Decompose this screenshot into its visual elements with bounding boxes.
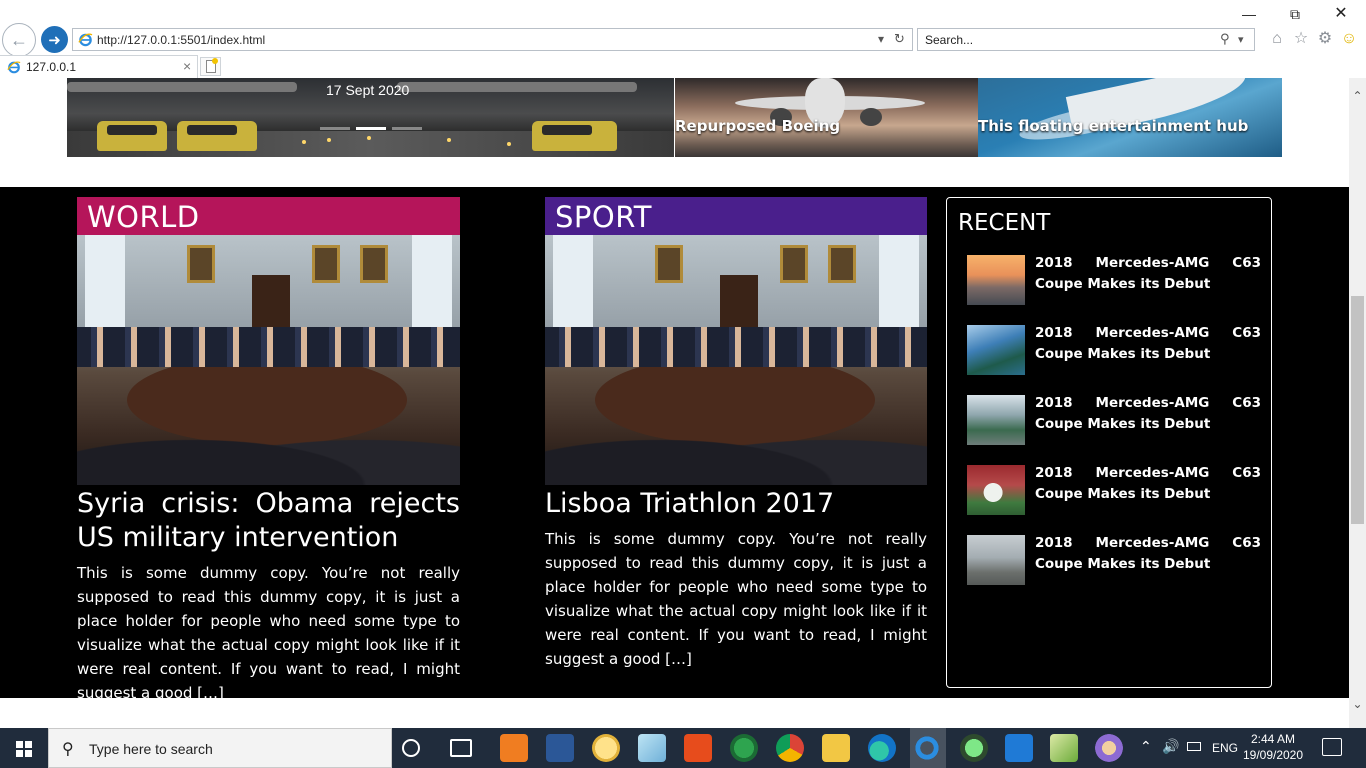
recent-thumb-image[interactable] [967,535,1025,585]
tab-title: 127.0.0.1 [26,60,77,74]
forward-button[interactable]: ➜ [41,26,68,53]
word-icon[interactable] [546,734,574,762]
clock-date: 19/09/2020 [1242,748,1304,762]
sport-card: SPORT Lisboa Triathlon 2017 This is some… [545,197,927,671]
content-section: WORLD Syria crisis: Obama rejects US mil… [0,187,1349,702]
search-dropdown-icon[interactable]: ▾ [1238,33,1244,46]
app-icon[interactable] [638,734,666,762]
article-title-sport[interactable]: Lisboa Triathlon 2017 [545,487,927,521]
back-arrow-icon: ← [10,29,28,50]
xampp-icon[interactable] [500,734,528,762]
settings-gear-icon[interactable]: ⚙ [1315,29,1335,49]
notepad-plus-icon[interactable] [1050,734,1078,762]
new-tab-button[interactable] [200,57,221,76]
notification-center-icon[interactable] [1322,738,1342,756]
slide-yacht[interactable]: This floating entertainment hub [978,78,1282,157]
gitkraken-icon[interactable] [960,734,988,762]
start-button[interactable] [0,728,48,768]
address-dropdown-icon[interactable]: ▾ [878,32,884,46]
browser-chrome: ← ➜ http://127.0.0.1:5501/index.html ▾ ↻… [0,0,1366,78]
windows-logo-icon [16,741,32,757]
tab-ie-icon [7,61,21,74]
foxit-reader-icon[interactable] [684,734,712,762]
recent-item-title[interactable]: 2018 Mercedes-AMG C63 Coupe Makes its De… [1035,323,1261,365]
scroll-up-icon[interactable]: ⌃ [1349,88,1366,105]
chrome-icon[interactable] [776,734,804,762]
slider-main-image[interactable]: 17 Sept 2020 [67,78,674,157]
recent-item[interactable]: 2018 Mercedes-AMG C63 Coupe Makes its De… [967,395,1263,455]
article-excerpt-sport: This is some dummy copy. You’re not real… [545,530,927,668]
category-label-world[interactable]: WORLD [77,197,460,235]
taskbar-search-placeholder[interactable]: Type here to search [89,741,213,757]
edge-icon[interactable] [868,734,896,762]
page-viewport: 17 Sept 2020 Repurposed Boeing This floa… [0,78,1349,728]
recent-item-title[interactable]: 2018 Mercedes-AMG C63 Coupe Makes its De… [1035,393,1261,435]
recent-thumb-image[interactable] [967,255,1025,305]
browser-tab[interactable]: 127.0.0.1 × [0,55,198,78]
browser-search-box[interactable]: Search... ⚲ ▾ [917,28,1255,51]
recent-item[interactable]: 2018 Mercedes-AMG C63 Coupe Makes its De… [967,255,1263,315]
paint-icon[interactable] [1095,734,1123,762]
world-card: WORLD Syria crisis: Obama rejects US mil… [77,197,460,705]
scroll-thumb[interactable] [1351,296,1364,524]
minimize-icon[interactable]: — [1226,4,1272,24]
recent-item-title[interactable]: 2018 Mercedes-AMG C63 Coupe Makes its De… [1035,253,1261,295]
recent-thumb-image[interactable] [967,465,1025,515]
ie-logo-icon [78,33,93,47]
recent-item[interactable]: 2018 Mercedes-AMG C63 Coupe Makes its De… [967,325,1263,385]
slider-dot[interactable] [320,127,350,130]
recent-item[interactable]: 2018 Mercedes-AMG C63 Coupe Makes its De… [967,535,1263,595]
recent-item-title[interactable]: 2018 Mercedes-AMG C63 Coupe Makes its De… [1035,533,1261,575]
taskbar-search-icon: ⚲ [62,741,74,758]
slide-caption-boeing[interactable]: Repurposed Boeing [675,117,840,135]
recent-item[interactable]: 2018 Mercedes-AMG C63 Coupe Makes its De… [967,465,1263,525]
slide-date: 17 Sept 2020 [326,82,410,98]
vertical-scrollbar[interactable]: ⌃ ⌄ [1349,78,1366,728]
close-window-icon[interactable]: ✕ [1318,4,1364,24]
article-title-world[interactable]: Syria crisis: Obama rejects US military … [77,487,460,555]
search-icon[interactable]: ⚲ [1220,31,1230,47]
cortana-icon[interactable] [402,739,420,757]
browser-search-placeholder[interactable]: Search... [925,33,973,47]
scroll-down-icon[interactable]: ⌄ [1349,696,1366,713]
vscode-icon[interactable] [1005,734,1033,762]
recent-panel: RECENT 2018 Mercedes-AMG C63 Coupe Makes… [946,197,1272,688]
category-label-sport[interactable]: SPORT [545,197,927,235]
recent-title: RECENT [958,210,1051,236]
task-view-icon[interactable] [450,739,472,757]
article-excerpt-world: This is some dummy copy. You’re not real… [77,564,460,702]
slide-caption-yacht[interactable]: This floating entertainment hub [978,117,1248,135]
tray-chevron-icon[interactable]: ⌃ [1140,738,1152,755]
clock[interactable]: 2:44 AM 19/09/2020 [1242,731,1304,763]
recent-thumb-image[interactable] [967,395,1025,445]
file-explorer-icon[interactable] [822,734,850,762]
tab-close-icon[interactable]: × [183,58,191,74]
clock-time: 2:44 AM [1250,732,1296,746]
volume-icon[interactable]: 🔊 [1162,738,1179,755]
language-indicator[interactable]: ENG [1212,741,1238,755]
sticky-notes-icon[interactable] [592,734,620,762]
article-image-world[interactable] [77,235,460,485]
back-button[interactable]: ← [2,23,36,57]
slide-boeing[interactable]: Repurposed Boeing [675,78,978,157]
address-url[interactable]: http://127.0.0.1:5501/index.html [97,33,265,47]
taskbar-search-box[interactable]: ⚲ Type here to search [48,728,392,768]
address-bar[interactable]: http://127.0.0.1:5501/index.html ▾ ↻ [72,28,913,51]
taskbar: ⚲ Type here to search ⌃ 🔊 ENG 2:44 AM 19… [0,728,1366,768]
slider-dot[interactable] [392,127,422,130]
internet-explorer-icon[interactable] [914,734,940,762]
refresh-icon[interactable]: ↻ [894,31,905,47]
slider-dot-active[interactable] [356,127,386,130]
battery-icon[interactable] [1187,742,1201,751]
article-image-sport[interactable] [545,235,927,485]
favorites-star-icon[interactable]: ☆ [1291,29,1311,49]
github-desktop-icon[interactable] [730,734,758,762]
restore-icon[interactable]: ⧉ [1272,4,1318,24]
forward-arrow-icon: ➜ [48,31,61,49]
recent-thumb-image[interactable] [967,325,1025,375]
recent-item-title[interactable]: 2018 Mercedes-AMG C63 Coupe Makes its De… [1035,463,1261,505]
feedback-smiley-icon[interactable]: ☺ [1339,29,1359,49]
home-icon[interactable]: ⌂ [1267,29,1287,49]
